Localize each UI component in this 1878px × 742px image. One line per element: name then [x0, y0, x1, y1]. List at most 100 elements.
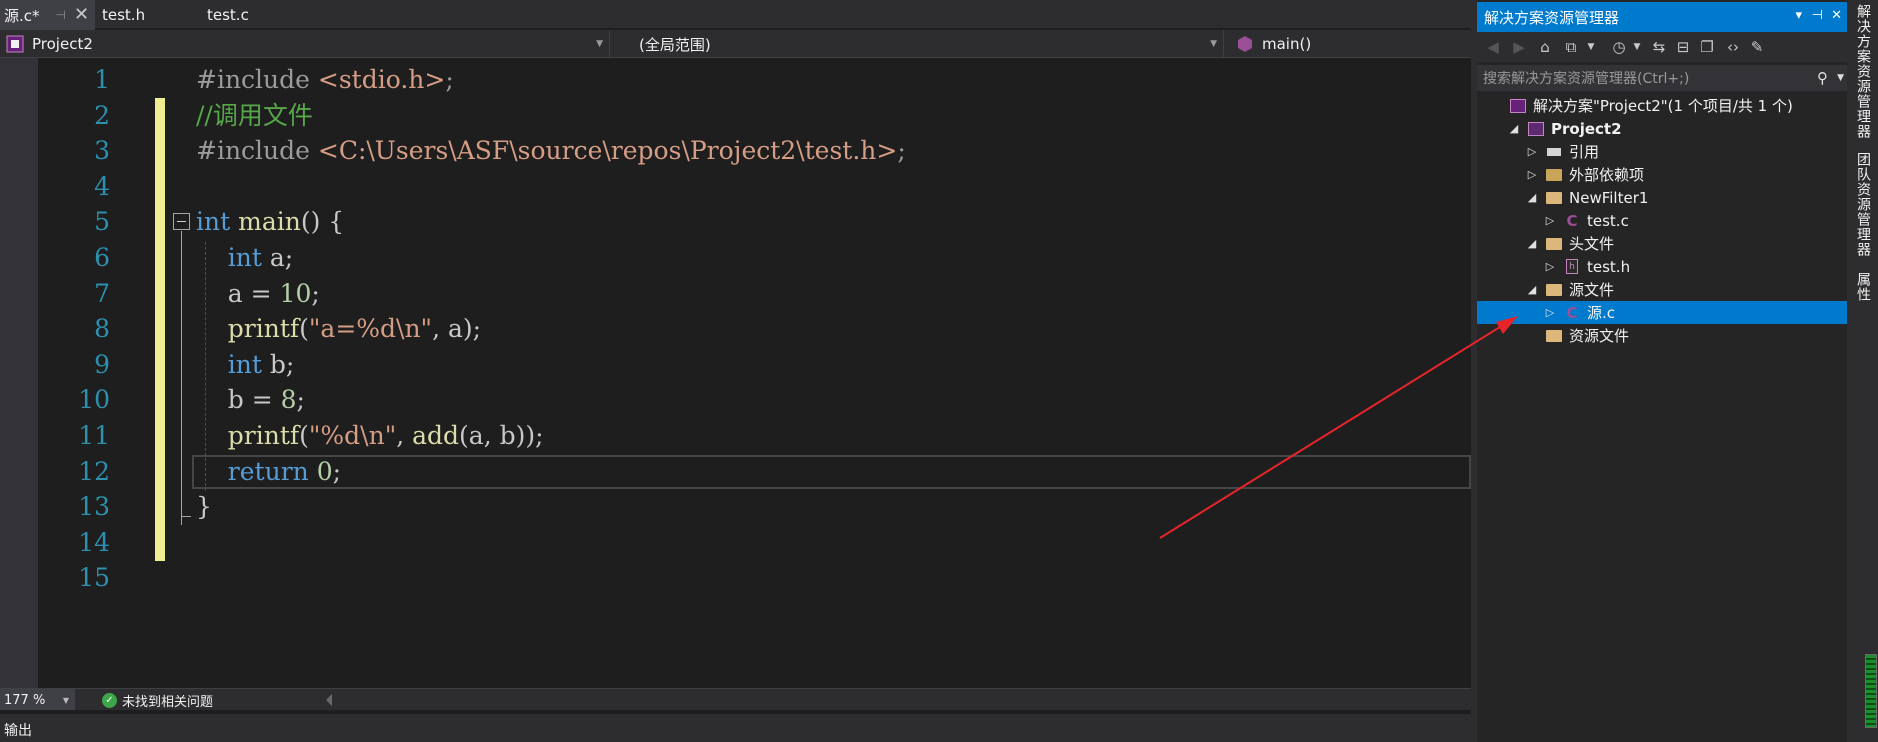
code-line[interactable]: a = 10;: [196, 276, 320, 312]
collapsed-arrow-icon[interactable]: ▷: [1527, 145, 1537, 158]
tree-item[interactable]: ◢ NewFilter1: [1477, 186, 1850, 209]
collapsed-arrow-icon[interactable]: ▷: [1527, 168, 1537, 181]
expanded-arrow-icon[interactable]: ◢: [1527, 283, 1537, 296]
code-token: () {: [300, 207, 345, 237]
solution-explorer-title: 解决方案资源管理器: [1484, 8, 1620, 27]
switch-views-icon[interactable]: ⧉: [1561, 37, 1581, 57]
close-icon[interactable]: ✕: [1831, 8, 1842, 23]
code-line[interactable]: return 0;: [196, 454, 341, 490]
tree-item[interactable]: 资源文件: [1477, 324, 1850, 347]
chevron-down-icon: ▼: [1210, 39, 1217, 49]
tree-item[interactable]: ◢ Project2: [1477, 117, 1850, 140]
output-panel-tab[interactable]: 输出: [0, 710, 1471, 742]
tree-item[interactable]: 解决方案"Project2"(1 个项目/共 1 个): [1477, 94, 1850, 117]
code-token: }: [196, 492, 212, 522]
chevron-down-icon[interactable]: ▼: [1837, 73, 1844, 83]
project-dropdown[interactable]: Project2 ▼: [0, 30, 610, 58]
forward-icon[interactable]: ▶: [1509, 37, 1529, 57]
code-line[interactable]: b = 8;: [196, 382, 305, 418]
side-tab-properties[interactable]: 属性: [1853, 272, 1873, 302]
chevron-down-icon[interactable]: ▼: [1581, 37, 1601, 57]
collapsed-arrow-icon[interactable]: ▷: [1545, 260, 1555, 273]
collapse-all-icon[interactable]: ⊟: [1673, 37, 1693, 57]
sync-icon[interactable]: ⇆: [1649, 37, 1669, 57]
collapsed-arrow-icon[interactable]: ▷: [1545, 306, 1555, 319]
view-code-icon[interactable]: ‹›: [1723, 37, 1743, 57]
line-number: 5: [94, 207, 110, 237]
search-icon[interactable]: ⚲: [1817, 69, 1828, 87]
tab-test-h[interactable]: test.h: [95, 0, 200, 30]
home-icon[interactable]: ⌂: [1535, 37, 1555, 57]
current-line-highlight: [192, 454, 1471, 489]
code-token: #include: [196, 136, 318, 166]
code-token: (: [299, 421, 309, 450]
code-token: <C:\Users\ASF\source\repos\Project2\test…: [317, 136, 898, 166]
code-token: return: [227, 456, 309, 486]
tree-item-label: 资源文件: [1569, 327, 1630, 345]
code-token: ;: [445, 65, 454, 94]
tree-item-label: 源文件: [1569, 281, 1615, 299]
code-line[interactable]: #include <C:\Users\ASF\source\repos\Proj…: [196, 133, 906, 169]
show-all-files-icon[interactable]: ❐: [1697, 37, 1717, 57]
change-bar: [155, 133, 165, 170]
issues-text: 未找到相关问题: [122, 694, 214, 710]
code-token: int: [227, 243, 262, 272]
code-token: int: [196, 207, 231, 237]
back-icon[interactable]: ◀: [1483, 37, 1503, 57]
line-number: 15: [78, 563, 110, 593]
scroll-left-icon[interactable]: [326, 694, 332, 706]
code-token: (: [299, 314, 309, 344]
side-tab-team-explorer[interactable]: 团队资源管理器: [1853, 152, 1873, 257]
code-token: ;: [897, 136, 906, 166]
zoom-dropdown[interactable]: 177 % ▼: [0, 689, 75, 711]
references-icon: [1545, 144, 1563, 160]
solution-explorer-toolbar: ◀ ▶ ⌂ ⧉ ▼ ◷ ▼ ⇆ ⊟ ❐ ‹› ✎: [1477, 32, 1850, 62]
code-line[interactable]: int b;: [196, 347, 295, 383]
line-number: 1: [94, 65, 110, 94]
properties-wrench-icon[interactable]: ✎: [1747, 37, 1767, 57]
code-line[interactable]: printf("%d\n", add(a, b));: [196, 418, 544, 454]
tree-item[interactable]: ◢ 头文件: [1477, 232, 1850, 255]
code-line[interactable]: #include <stdio.h>;: [196, 62, 454, 98]
scope-dropdown[interactable]: (全局范围) ▼: [616, 30, 1224, 58]
tree-item[interactable]: ▷ C 源.c: [1477, 301, 1850, 324]
collapsed-arrow-icon[interactable]: ▷: [1545, 214, 1555, 227]
code-token: "a=%d\n": [308, 314, 433, 344]
issues-indicator[interactable]: ✓ 未找到相关问题: [102, 689, 213, 711]
tab-test-c[interactable]: test.c: [200, 0, 305, 30]
tab-source-c[interactable]: 源.c* ⊣ ✕: [0, 0, 95, 30]
code-line[interactable]: int a;: [196, 240, 293, 276]
code-token: #include: [196, 65, 318, 94]
code-line[interactable]: int main() {: [196, 204, 344, 240]
change-bar: [155, 524, 165, 561]
code-line[interactable]: //调用文件: [196, 98, 313, 134]
dropdown-icon[interactable]: ▾: [1795, 8, 1802, 23]
tree-item[interactable]: ▷ 外部依赖项: [1477, 163, 1850, 186]
project-dropdown-label: Project2: [32, 35, 93, 53]
member-dropdown[interactable]: main(): [1230, 30, 1471, 58]
tree-item[interactable]: ▷ h test.h: [1477, 255, 1850, 278]
collapse-icon[interactable]: [173, 213, 190, 231]
expanded-arrow-icon[interactable]: ◢: [1527, 191, 1537, 204]
code-editor[interactable]: 1 2 3 4 5 6 7 8 9 10 11 12 13 14 15 #include <stdio.h>…: [0, 58, 1471, 688]
line-number: 14: [78, 527, 110, 557]
tree-item-label: 解决方案"Project2"(1 个项目/共 1 个): [1533, 97, 1793, 115]
tree-item[interactable]: ◢ 源文件: [1477, 278, 1850, 301]
search-placeholder: 搜索解决方案资源管理器(Ctrl+;): [1483, 71, 1690, 87]
code-line[interactable]: printf("a=%d\n", a);: [196, 311, 481, 347]
code-token: //调用文件: [196, 100, 313, 130]
tree-item[interactable]: ▷ Ctest.c: [1477, 209, 1850, 232]
solution-explorer-search[interactable]: 搜索解决方案资源管理器(Ctrl+;) ⚲ ▼: [1477, 65, 1850, 91]
expanded-arrow-icon[interactable]: ◢: [1527, 237, 1537, 250]
pending-changes-icon[interactable]: ◷: [1609, 37, 1629, 57]
chevron-down-icon[interactable]: ▼: [1627, 37, 1647, 57]
expanded-arrow-icon[interactable]: ◢: [1509, 122, 1519, 135]
tree-item[interactable]: ▷ 引用: [1477, 140, 1850, 163]
pin-icon[interactable]: ⊣: [1812, 8, 1823, 23]
pin-icon[interactable]: ⊣: [56, 8, 66, 22]
side-tab-solution-explorer[interactable]: 解决方案资源管理器: [1853, 4, 1873, 139]
close-icon[interactable]: ✕: [74, 6, 89, 24]
code-line[interactable]: }: [196, 489, 212, 525]
